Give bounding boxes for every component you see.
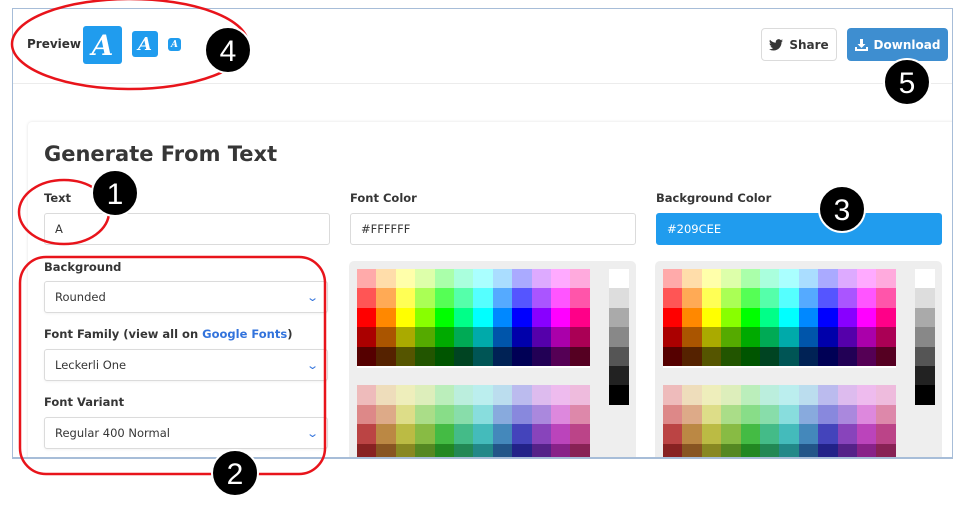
svg-text:2: 2	[227, 458, 244, 491]
svg-text:1: 1	[107, 178, 124, 211]
annotation-layer: 1 2 3 4 5	[10, 0, 931, 497]
svg-text:5: 5	[899, 67, 916, 100]
svg-text:4: 4	[220, 35, 237, 68]
svg-text:3: 3	[834, 194, 851, 227]
annotation-rect-2	[18, 255, 327, 476]
